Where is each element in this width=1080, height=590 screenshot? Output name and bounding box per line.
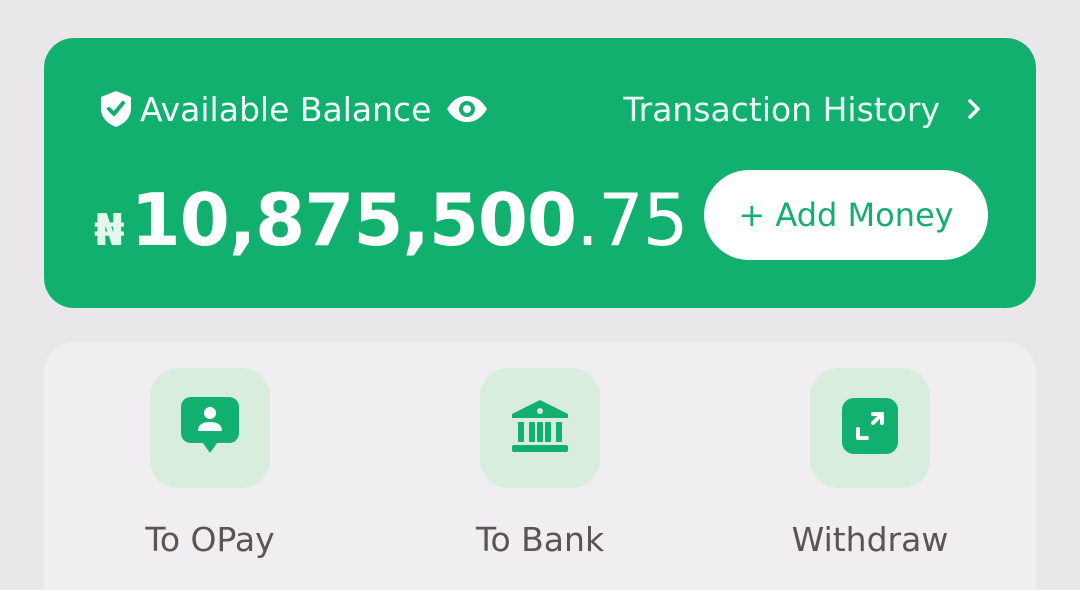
- to-bank-label: To Bank: [475, 520, 605, 559]
- to-opay-tile[interactable]: [150, 368, 270, 488]
- transaction-history-link[interactable]: Transaction History: [623, 88, 982, 130]
- amount-decimal: .75: [576, 178, 689, 262]
- to-bank-action[interactable]: To Bank: [440, 368, 640, 559]
- withdraw-label: Withdraw: [791, 520, 949, 559]
- balance-amount: ₦ 10,875,500 .75: [94, 178, 689, 262]
- to-opay-action[interactable]: To OPay: [110, 368, 310, 559]
- withdraw-action[interactable]: Withdraw: [770, 368, 970, 559]
- person-chat-icon: [179, 395, 241, 461]
- transaction-history-label: Transaction History: [623, 89, 940, 129]
- eye-icon[interactable]: [445, 94, 489, 124]
- balance-header: Available Balance: [98, 88, 489, 130]
- available-balance-label: Available Balance: [140, 89, 432, 129]
- balance-card: Available Balance Transaction History ₦ …: [44, 38, 1036, 308]
- amount-whole: 10,875,500: [130, 178, 577, 262]
- shield-check-icon: [98, 89, 134, 129]
- chevron-right-icon: [966, 98, 982, 120]
- bank-icon: [510, 398, 570, 458]
- to-bank-tile[interactable]: [480, 368, 600, 488]
- quick-actions-panel: To OPay To Bank Withdraw: [44, 342, 1036, 590]
- wallet-screen: Available Balance Transaction History ₦ …: [0, 0, 1080, 590]
- to-opay-label: To OPay: [145, 520, 275, 559]
- expand-arrows-icon: [840, 396, 900, 460]
- currency-symbol: ₦: [94, 205, 125, 256]
- add-money-label: + Add Money: [738, 196, 954, 234]
- withdraw-tile[interactable]: [810, 368, 930, 488]
- add-money-button[interactable]: + Add Money: [704, 170, 988, 260]
